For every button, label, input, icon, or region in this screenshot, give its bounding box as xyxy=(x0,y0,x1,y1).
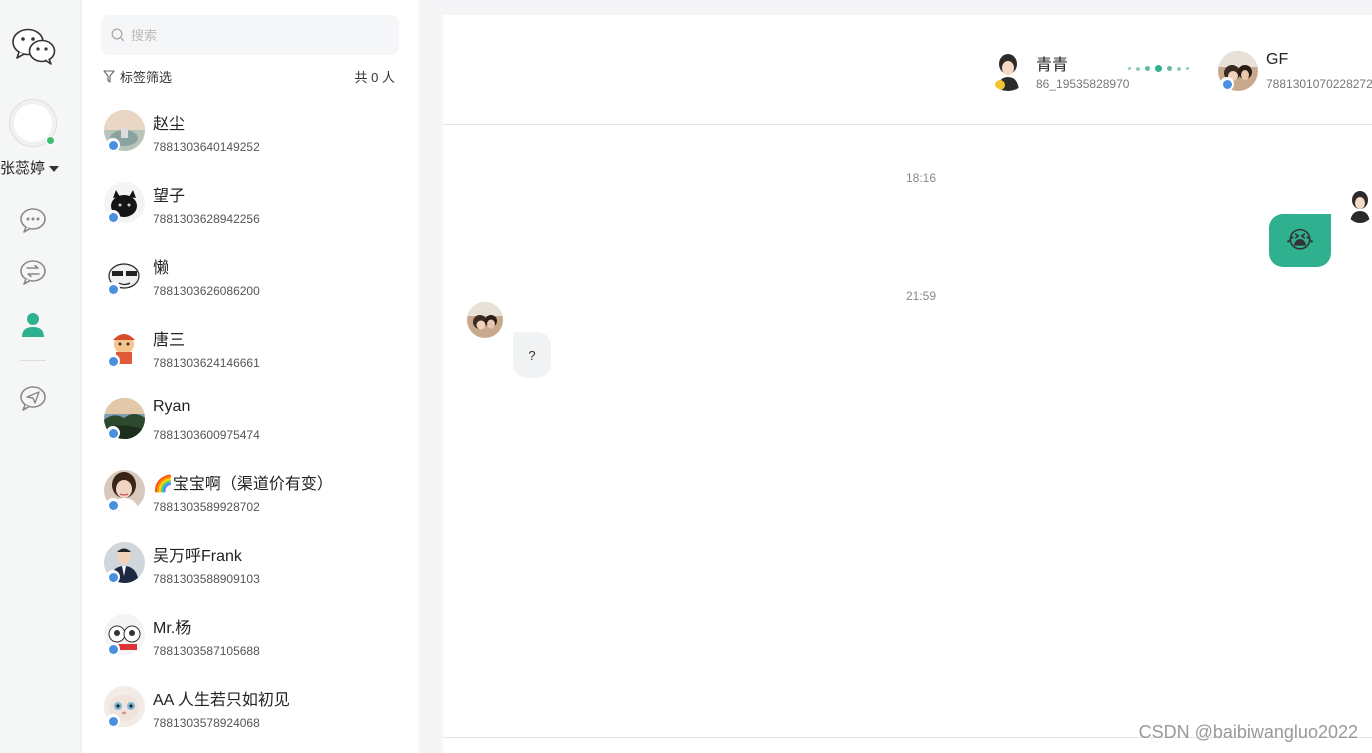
contact-name: Ryan xyxy=(153,398,191,415)
person-icon xyxy=(22,313,44,337)
contact-name: 望子 xyxy=(153,188,186,205)
wecom-badge-icon xyxy=(1220,77,1234,91)
wecom-badge-icon xyxy=(106,138,120,152)
wechat-logo-icon[interactable] xyxy=(11,27,57,65)
party-id: 86_19535828970 xyxy=(1036,77,1130,91)
contact-item[interactable]: AA 人生若只如初见 7881303578924068 xyxy=(104,686,404,750)
contact-item[interactable]: Ryan 7881303600975474 xyxy=(104,398,404,462)
contact-id: 7881303600975474 xyxy=(153,428,260,442)
wecom-badge-icon xyxy=(106,642,120,656)
user-menu[interactable]: 张蕊婷 xyxy=(0,157,81,178)
message-content: ? xyxy=(528,347,536,363)
chat-panel: 青青 86_19535828970 GF 7881301070228272 18… xyxy=(443,15,1372,753)
nav-chats[interactable] xyxy=(18,205,48,235)
filter-icon xyxy=(103,70,115,83)
contact-id: 7881303589928702 xyxy=(153,500,260,514)
contact-item[interactable]: 望子 7881303628942256 xyxy=(104,182,404,246)
party-id: 7881301070228272 xyxy=(1266,77,1372,91)
party-name: 青青 xyxy=(1036,57,1069,74)
message-content: 😭 xyxy=(1285,227,1315,254)
chat-bubble-icon xyxy=(20,208,46,233)
send-icon xyxy=(20,386,46,411)
contact-id: 7881303640149252 xyxy=(153,140,260,154)
tag-filter-label: 标签筛选 xyxy=(120,70,173,85)
nav-broadcast[interactable] xyxy=(18,382,48,412)
sender-avatar xyxy=(1345,189,1372,223)
contact-id: 7881303588909103 xyxy=(153,572,260,586)
contact-name: 🌈宝宝啊（渠道价有变） xyxy=(153,476,333,493)
nav-transfer[interactable] xyxy=(18,257,48,287)
user-name: 张蕊婷 xyxy=(0,160,46,177)
wecom-badge-icon xyxy=(106,426,120,440)
contact-name: 赵尘 xyxy=(153,116,186,133)
contact-id: 7881303578924068 xyxy=(153,716,260,730)
receiver-avatar xyxy=(467,302,503,338)
search-input[interactable] xyxy=(131,27,371,43)
rail-divider xyxy=(20,360,46,361)
contact-id: 7881303624146661 xyxy=(153,356,260,370)
contact-name: AA 人生若只如初见 xyxy=(153,692,290,709)
wecom-badge-icon xyxy=(106,570,120,584)
chat-header: 青青 86_19535828970 GF 7881301070228272 xyxy=(443,15,1372,125)
wecom-badge-icon xyxy=(106,498,120,512)
contact-item[interactable]: 唐三 7881303624146661 xyxy=(104,326,404,390)
outgoing-message-bubble[interactable]: 😭 xyxy=(1269,214,1331,267)
message-time: 21:59 xyxy=(906,289,937,303)
contact-item[interactable]: 吴万呼Frank 7881303588909103 xyxy=(104,542,404,606)
watermark: CSDN @baibiwangluo2022 xyxy=(1138,722,1358,742)
left-rail: 张蕊婷 xyxy=(0,0,81,753)
swap-icon xyxy=(20,260,46,285)
contact-item[interactable]: 🌈宝宝啊（渠道价有变） 7881303589928702 xyxy=(104,470,404,534)
party-name: GF xyxy=(1266,51,1289,68)
contacts-panel: 标签筛选 共 0 人 赵尘 7881303640149252 望子 788130362… xyxy=(82,0,419,753)
contact-count: 共 0 人 xyxy=(354,70,395,85)
party-avatar xyxy=(988,51,1028,91)
contact-item[interactable]: 赵尘 7881303640149252 xyxy=(104,110,404,174)
caret-down-icon xyxy=(49,166,60,173)
search-box[interactable] xyxy=(101,15,399,55)
incoming-message-bubble[interactable]: ? xyxy=(513,332,551,378)
connection-dots xyxy=(1128,65,1189,72)
tag-filter[interactable]: 标签筛选 xyxy=(103,67,172,86)
online-status-dot xyxy=(46,136,55,145)
message-time: 18:16 xyxy=(906,171,937,185)
contact-name: 唐三 xyxy=(153,332,186,349)
wecom-badge-icon xyxy=(106,354,120,368)
contact-id: 7881303628942256 xyxy=(153,212,260,226)
wecom-badge-icon xyxy=(106,210,120,224)
wecom-badge-icon xyxy=(106,714,120,728)
contact-name: Mr.杨 xyxy=(153,620,192,637)
contact-name: 吴万呼Frank xyxy=(153,548,242,565)
contact-item[interactable]: Mr.杨 7881303587105688 xyxy=(104,614,404,678)
contact-id: 7881303587105688 xyxy=(153,644,260,658)
contact-name: 懒 xyxy=(153,260,170,277)
wecom-badge-icon xyxy=(106,282,120,296)
contact-item[interactable]: 懒 7881303626086200 xyxy=(104,254,404,318)
contact-id: 7881303626086200 xyxy=(153,284,260,298)
nav-contacts[interactable] xyxy=(18,309,48,339)
search-icon xyxy=(111,28,125,42)
